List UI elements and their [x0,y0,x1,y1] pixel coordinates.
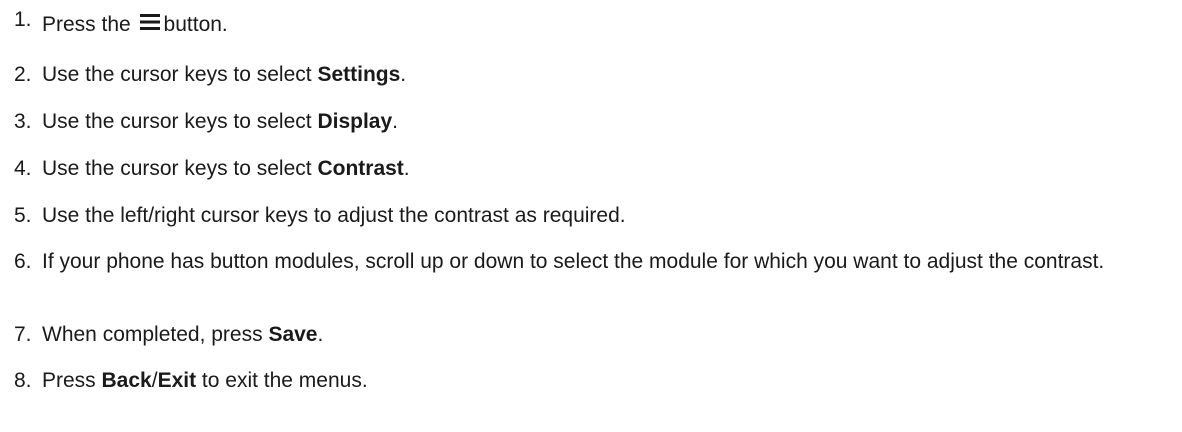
step-text: Use the left/right cursor keys to adjust… [42,204,626,227]
menu-item-settings: Settings [317,63,401,86]
step-7: 7. When completed, press Save. [14,321,1174,348]
softkey-back: Back [101,369,152,392]
step-text: Press Back/Exit to exit the menus. [42,369,368,392]
step-8: 8. Press Back/Exit to exit the menus. [14,367,1174,394]
step-3: 3. Use the cursor keys to select Display… [14,108,1174,135]
menu-item-contrast: Contrast [317,157,404,180]
step-text: If your phone has button modules, scroll… [42,250,1105,273]
step-text: When completed, press Save. [42,323,324,346]
step-2: 2. Use the cursor keys to select Setting… [14,61,1174,88]
step-number: 7. [14,323,32,346]
step-number: 4. [14,157,32,180]
step-text: Use the cursor keys to select Contrast. [42,157,410,180]
softkey-exit: Exit [157,369,197,392]
step-number: 2. [14,63,32,86]
instruction-list: 1. Press the button. 2. Use the cursor k… [0,0,1182,432]
step-4: 4. Use the cursor keys to select Contras… [14,155,1174,182]
step-number: 1. [14,8,32,31]
step-text: Use the cursor keys to select Display. [42,110,398,133]
step-number: 3. [14,110,32,133]
step-text: Use the cursor keys to select Settings. [42,63,407,86]
softkey-save: Save [268,323,318,346]
step-text: Press the button. [42,10,1174,38]
step-1: 1. Press the button. [14,8,1174,38]
menu-item-display: Display [317,110,393,133]
step-number: 5. [14,204,32,227]
step-6: 6. If your phone has button modules, scr… [14,248,1174,275]
step-number: 8. [14,369,32,392]
menu-icon [139,10,160,37]
step-number: 6. [14,250,32,273]
step-5: 5. Use the left/right cursor keys to adj… [14,202,1174,229]
